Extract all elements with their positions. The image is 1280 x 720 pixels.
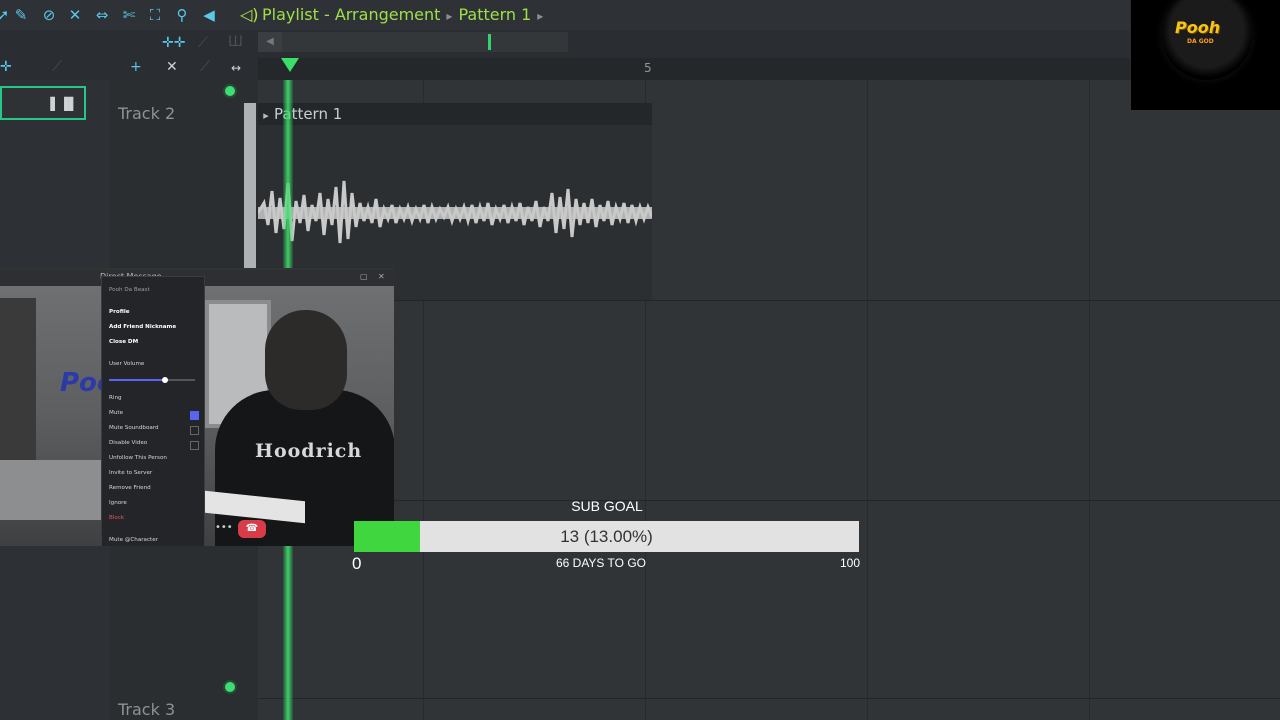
minimize-icon[interactable]: ▢ [360,272,368,281]
expand-icon[interactable]: ✛ [0,60,12,74]
menu-item[interactable]: Mute @Character [109,537,158,543]
pointer-icon[interactable]: ➚ [0,6,12,24]
clip-header[interactable]: ▸ Pattern 1 [258,103,652,125]
mute-icon[interactable]: ✕ [66,6,84,24]
streamer-head [265,310,347,410]
menu-item[interactable]: Invite to Server [109,470,152,476]
close-icon[interactable]: ✕ [166,60,178,74]
menu-header: Pooh Da Beast [109,287,150,293]
sub-goal-days-left: 66 DAYS TO GO [555,556,647,570]
mute-checkbox[interactable] [190,411,199,420]
user-volume-slider[interactable] [109,377,195,383]
clip-menu-icon[interactable]: ▸ [258,105,274,127]
track-mute-dot[interactable] [225,682,235,692]
track-label-2[interactable]: Track 2 [118,104,175,123]
edit-icon[interactable]: ⟋ [200,60,210,74]
sub-goal-progress-text: 13 (13.00%) [560,527,653,546]
slice-icon[interactable]: ✄ [120,6,138,24]
playhead-marker-icon[interactable] [281,58,299,72]
grid-line [867,80,868,720]
hoodie-text: Hoodrich [255,440,363,462]
track-label-3[interactable]: Track 3 [118,700,175,719]
track-minimap[interactable]: ▌▐▌ [0,86,86,120]
breadcrumb-separator-icon: ▸ [446,9,453,23]
playlist-toolbar: ➚ ✎ ⊘ ✕ ⇔ ✄ ⛶ ⚲ ◀ [0,0,1130,30]
breadcrumb-window[interactable]: Playlist - Arrangement [262,5,440,24]
brand-logo-sub: DA GOD [1187,38,1214,45]
select-icon[interactable]: ⛶ [146,6,164,24]
horizontal-scrollbar[interactable]: ◀ [258,32,568,52]
timeline-ruler[interactable]: 5 [258,58,1130,80]
sub-goal-max-label: 100 [839,556,860,570]
zoom-icon[interactable]: ⚲ [173,6,191,24]
breadcrumb-pattern[interactable]: Pattern 1 [458,5,531,24]
scroll-left-icon[interactable]: ◀ [258,32,282,52]
add-track-icon[interactable]: + [130,60,142,74]
sub-goal-progress-bar: 13 (13.00%) [354,521,859,552]
speaker-icon[interactable]: ◁) [240,4,262,26]
paint-icon[interactable]: ✎ [12,6,30,24]
delete-icon[interactable]: ⊘ [40,6,58,24]
checkbox[interactable] [190,441,199,450]
menu-item[interactable]: Close DM [109,339,138,345]
breadcrumb: ◁) Playlist - Arrangement ▸ Pattern 1 ▸ [240,4,549,26]
link-icon[interactable]: ⟋ [198,36,208,50]
track-mute-dot[interactable] [225,86,235,96]
grid-row-line [258,698,1280,699]
menu-item[interactable]: Remove Friend [109,485,151,491]
menu-item[interactable]: Add Friend Nickname [109,324,176,330]
resize-icon[interactable]: ↔ [231,61,241,75]
more-icon[interactable]: ••• [215,522,233,533]
waveform-mini-icon: ▌▐▌ [50,97,78,111]
close-icon[interactable]: ✕ [378,272,385,281]
menu-item[interactable]: Mute [109,410,123,416]
toolbar-row-3: ✛ ⟋ + ✕ ⟋ ↔ [0,56,258,80]
menu-item[interactable]: Disable Video [109,440,147,446]
checkbox[interactable] [190,426,199,435]
menu-item[interactable]: Block [109,515,124,521]
scroll-thumb[interactable] [488,34,491,50]
menu-item[interactable]: Profile [109,309,130,315]
end-call-icon[interactable]: ☎ [238,520,266,538]
menu-item: User Volume [109,361,145,367]
menu-item[interactable]: Ignore [109,500,127,506]
menu-item[interactable]: Unfollow This Person [109,455,167,461]
menu-item[interactable]: Ring [109,395,122,401]
waveform [258,180,652,244]
grid-row-line [258,300,1280,301]
menu-item[interactable]: Mute Soundboard [109,425,159,431]
context-menu: Pooh Da Beast Profile Add Friend Nicknam… [101,276,205,546]
pencil-icon[interactable]: ⟋ [52,60,62,74]
sub-goal-title: SUB GOAL [571,498,643,514]
piano-icon[interactable]: Ш [228,35,243,49]
playback-icon[interactable]: ◀ [200,6,218,24]
snap-icon[interactable]: ✛✛ [162,36,185,50]
grid-line [1089,80,1090,720]
bar-number: 5 [644,61,652,75]
slip-icon[interactable]: ⇔ [93,6,111,24]
breadcrumb-arrow-icon[interactable]: ▸ [537,9,543,23]
brand-logo-name: Pooh [1175,18,1221,37]
brand-logo: Pooh DA GOD [1131,0,1280,110]
webcam-overlay: Pooh Hoodrich Direct Message ▢ ✕ Pooh Da… [0,268,394,546]
waveform-body [258,207,652,219]
